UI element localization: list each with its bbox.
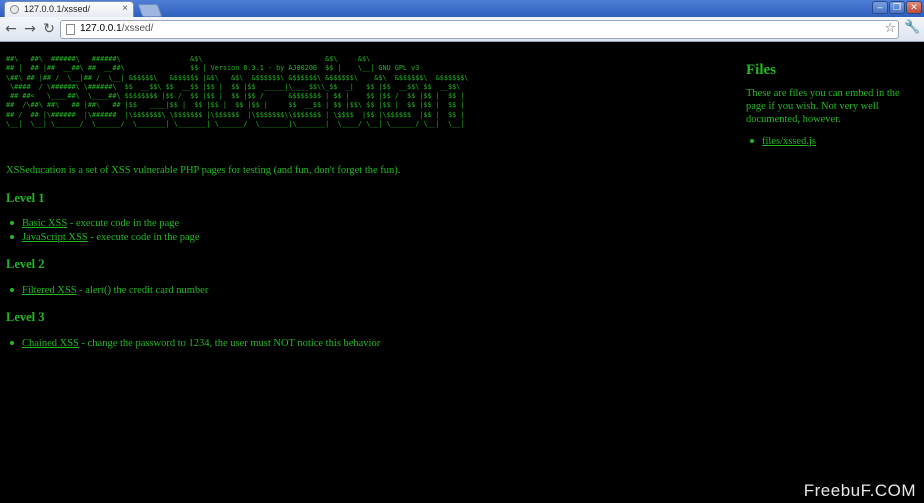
browser-titlebar: 127.0.0.1/xssed/ × – ❐ ✕ <box>0 0 924 17</box>
bookmark-star-icon[interactable]: ☆ <box>884 21 896 36</box>
page-content: ##\ ##\ ######\ ######\ &$\ &$\ &$\ ## |… <box>0 42 924 503</box>
list-item: JavaScript XSS - execute code in the pag… <box>10 232 200 243</box>
forward-button[interactable]: → <box>22 20 38 38</box>
close-window-button[interactable]: ✕ <box>906 1 922 14</box>
watermark-text: FreebuF.COM <box>803 481 916 500</box>
reload-button[interactable]: ↻ <box>41 20 57 38</box>
item-desc: - change the password to 1234, the user … <box>78 338 381 349</box>
files-heading: Files <box>746 62 776 78</box>
chained-xss-link[interactable]: Chained XSS <box>22 338 79 349</box>
browser-toolbar: ← → ↻ 127.0.0.1/xssed/ ☆ 🔧 <box>0 17 924 42</box>
ascii-banner: ##\ ##\ ######\ ######\ &$\ &$\ &$\ ## |… <box>6 55 469 129</box>
bullet-icon <box>10 287 14 292</box>
new-tab-button[interactable] <box>137 4 163 17</box>
level-3-heading: Level 3 <box>6 310 45 324</box>
wrench-icon[interactable]: 🔧 <box>904 20 920 35</box>
url-path: /xssed/ <box>121 23 154 34</box>
minimize-button[interactable]: – <box>872 1 888 14</box>
item-desc: - execute code in the page <box>67 218 180 229</box>
url-text[interactable]: 127.0.0.1/xssed/ <box>80 23 153 34</box>
maximize-button[interactable]: ❐ <box>889 1 905 14</box>
browser-tab[interactable]: 127.0.0.1/xssed/ × <box>4 1 134 17</box>
basic-xss-link[interactable]: Basic XSS <box>22 218 67 229</box>
url-host: 127.0.0.1 <box>80 23 122 34</box>
page-icon <box>66 24 75 35</box>
tab-title: 127.0.0.1/xssed/ <box>24 4 91 14</box>
address-bar[interactable]: 127.0.0.1/xssed/ ☆ <box>60 20 899 39</box>
files-sidebar: Files These are files you can embed in t… <box>746 62 916 147</box>
list-item: Chained XSS - change the password to 123… <box>10 338 380 349</box>
bullet-icon <box>10 234 14 239</box>
javascript-xss-link[interactable]: JavaScript XSS <box>22 232 88 243</box>
level-2-heading: Level 2 <box>6 257 45 271</box>
level-1-heading: Level 1 <box>6 191 45 205</box>
bullet-icon <box>750 138 754 143</box>
list-item: Filtered XSS - alert() the credit card n… <box>10 285 208 296</box>
filtered-xss-link[interactable]: Filtered XSS <box>22 285 77 296</box>
back-button[interactable]: ← <box>3 20 19 38</box>
item-desc: - alert() the credit card number <box>76 285 209 296</box>
item-desc: - execute code in the page <box>87 232 200 243</box>
tab-close-icon[interactable]: × <box>122 3 128 15</box>
xssed-js-link[interactable]: files/xssed.js <box>762 136 816 147</box>
intro-text: XSSeducation is a set of XSS vulnerable … <box>6 165 401 176</box>
list-item: Basic XSS - execute code in the page <box>10 218 179 229</box>
files-description: These are files you can embed in the pag… <box>746 88 900 125</box>
bullet-icon <box>10 340 14 345</box>
page-favicon-icon <box>10 5 19 14</box>
list-item: files/xssed.js <box>750 136 916 147</box>
bullet-icon <box>10 220 14 225</box>
